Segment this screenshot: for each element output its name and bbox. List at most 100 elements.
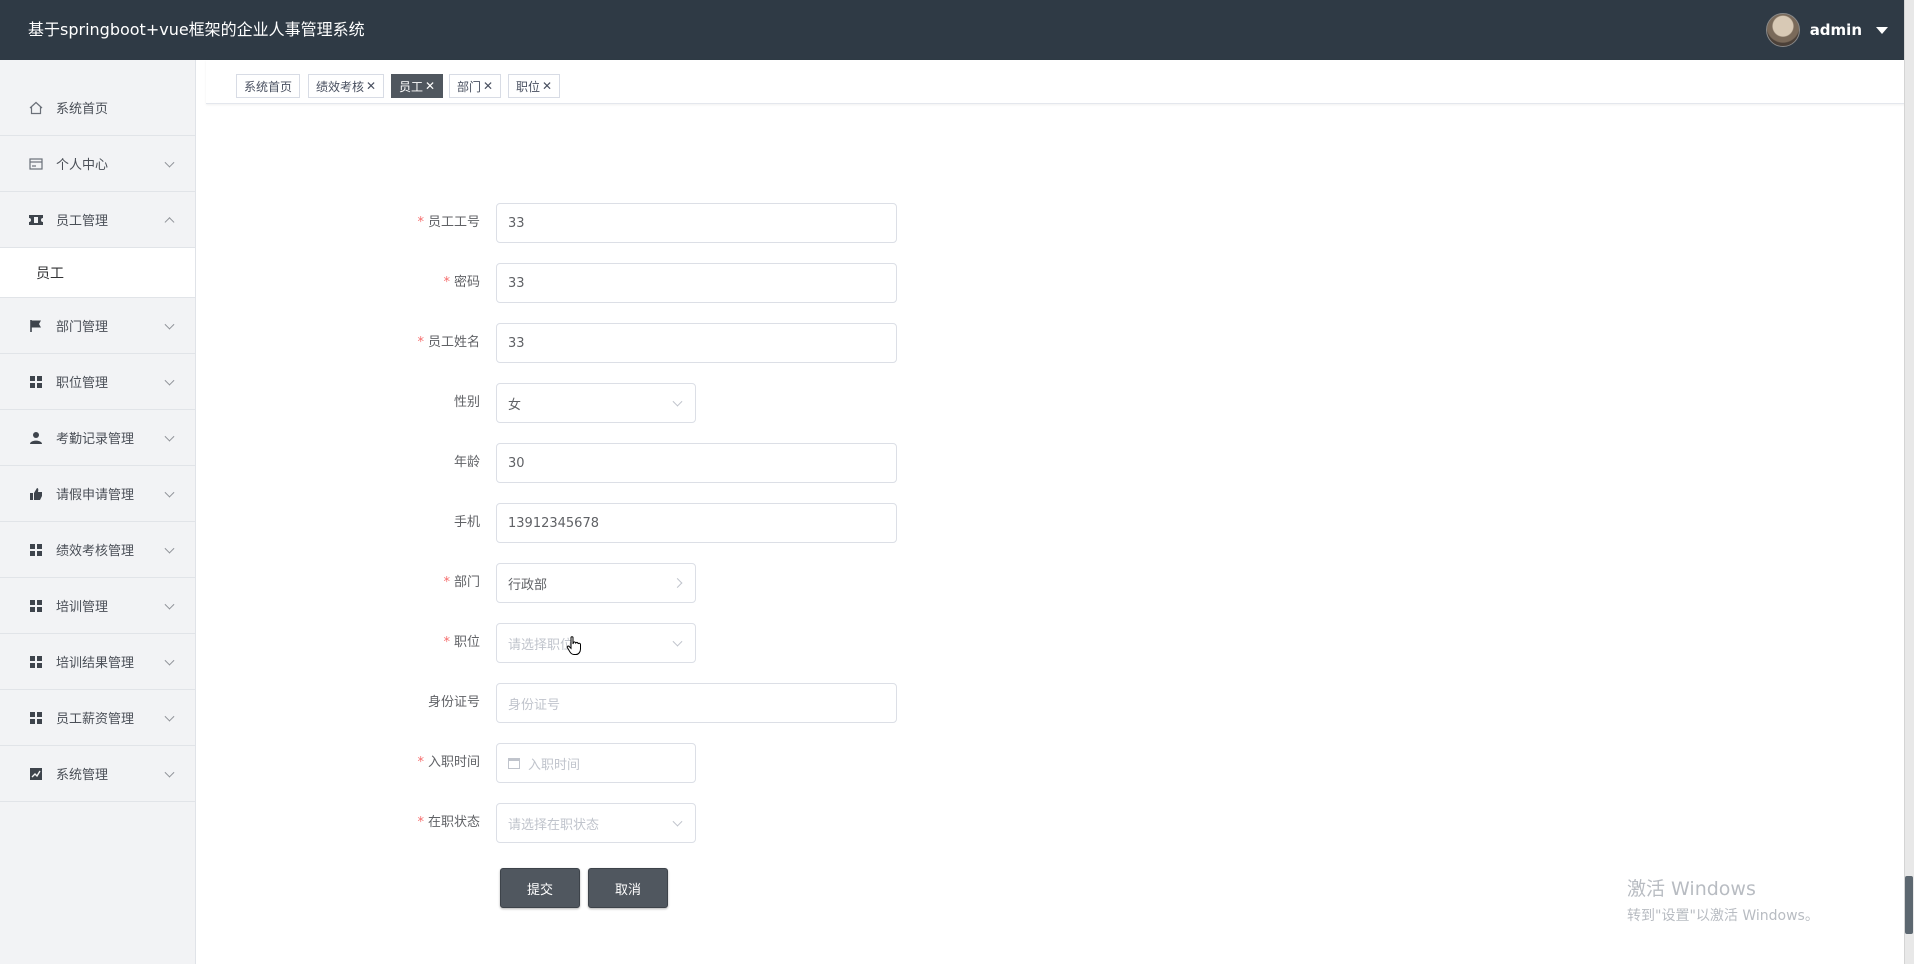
phone-value: 13912345678: [508, 515, 599, 531]
sidebar-item-label: 培训结果管理: [56, 656, 135, 671]
status-select[interactable]: 请选择在职状态: [496, 803, 696, 843]
required-mark: *: [443, 275, 450, 290]
chevron-down-icon: [164, 431, 175, 442]
required-mark: *: [443, 635, 450, 650]
submit-button[interactable]: 提交: [500, 868, 580, 908]
id-card-placeholder: 身份证号: [508, 697, 561, 713]
tag-home[interactable]: 系统首页: [236, 74, 301, 98]
home-icon: [28, 100, 44, 116]
form-label: * 员工工号: [300, 203, 490, 243]
sidebar-item-home[interactable]: 系统首页: [0, 60, 195, 136]
id-card-label: 身份证号: [427, 695, 480, 710]
sidebar-item-label: 系统首页: [56, 102, 109, 117]
chevron-down-icon: [164, 543, 175, 554]
sidebar-item-performance-mgmt[interactable]: 绩效考核管理: [0, 522, 195, 578]
sidebar-item-salary-mgmt[interactable]: 员工薪资管理: [0, 690, 195, 746]
form-label: * 密码: [300, 263, 490, 303]
chevron-down-icon: [164, 711, 175, 722]
sidebar-item-training-result-mgmt[interactable]: 培训结果管理: [0, 634, 195, 690]
card-icon: [28, 156, 44, 172]
position-select[interactable]: 请选择职位: [496, 623, 696, 663]
form-label: 身份证号: [300, 683, 490, 723]
form-label: 年龄: [300, 443, 490, 483]
cancel-button[interactable]: 取消: [588, 868, 668, 908]
close-icon[interactable]: ✕: [366, 79, 376, 93]
watermark-line2: 转到"设置"以激活 Windows。: [1627, 908, 1819, 924]
sidebar-item-attendance-mgmt[interactable]: 考勤记录管理: [0, 410, 195, 466]
gender-select[interactable]: 女: [496, 383, 696, 423]
chevron-down-icon: [164, 487, 175, 498]
sidebar-item-leave-mgmt[interactable]: 请假申请管理: [0, 466, 195, 522]
close-icon[interactable]: ✕: [425, 79, 435, 93]
sidebar-subitem-employee[interactable]: 员工: [0, 248, 195, 298]
tag-label: 绩效考核: [316, 79, 365, 94]
phone-input[interactable]: 13912345678: [496, 503, 897, 543]
caret-down-icon[interactable]: [1876, 26, 1888, 34]
scrollbar[interactable]: [1904, 0, 1914, 964]
hand-cursor-icon: [566, 636, 582, 660]
tag-position[interactable]: 职位 ✕: [508, 74, 561, 98]
password-input[interactable]: 33: [496, 263, 897, 303]
status-label: 在职状态: [427, 815, 480, 830]
status-placeholder: 请选择在职状态: [508, 817, 600, 833]
tag-performance[interactable]: 绩效考核 ✕: [308, 74, 385, 98]
chevron-down-icon: [672, 396, 683, 407]
department-label: 部门: [453, 575, 480, 590]
tag-label: 职位: [516, 79, 541, 94]
department-cascader[interactable]: 行政部: [496, 563, 696, 603]
required-mark: *: [417, 335, 424, 350]
ticket-icon: [28, 212, 44, 228]
department-value: 行政部: [508, 577, 548, 593]
required-mark: *: [417, 815, 424, 830]
id-card-input[interactable]: 身份证号: [496, 683, 897, 723]
form-label: * 部门: [300, 563, 490, 603]
form-label: 手机: [300, 503, 490, 543]
sidebar-item-training-mgmt[interactable]: 培训管理: [0, 578, 195, 634]
user-icon: [28, 430, 44, 446]
chevron-down-icon: [164, 375, 175, 386]
grid-icon: [28, 654, 44, 670]
tag-department[interactable]: 部门 ✕: [449, 74, 502, 98]
activation-watermark: 激活 Windows 转到"设置"以激活 Windows。: [1627, 874, 1819, 925]
required-mark: *: [443, 575, 450, 590]
position-label: 职位: [453, 635, 480, 650]
sidebar-item-label: 员工管理: [56, 214, 109, 229]
employee-no-input[interactable]: 33: [496, 203, 897, 243]
chevron-down-icon: [164, 319, 175, 330]
tag-label: 员工: [399, 79, 424, 94]
name-input[interactable]: 33: [496, 323, 897, 363]
close-icon[interactable]: ✕: [542, 79, 552, 93]
watermark-line1: 激活 Windows: [1627, 878, 1756, 900]
grid-icon: [28, 374, 44, 390]
chevron-down-icon: [164, 157, 175, 168]
sidebar-item-profile[interactable]: 个人中心: [0, 136, 195, 192]
chevron-down-icon: [672, 816, 683, 827]
form-label: * 员工姓名: [300, 323, 490, 363]
close-icon[interactable]: ✕: [483, 79, 493, 93]
grid-icon: [28, 598, 44, 614]
chevron-down-icon: [164, 655, 175, 666]
age-label: 年龄: [453, 455, 480, 470]
hire-date-picker[interactable]: 入职时间: [496, 743, 696, 783]
required-mark: *: [417, 215, 424, 230]
age-input[interactable]: 30: [496, 443, 897, 483]
sidebar-item-system-mgmt[interactable]: 系统管理: [0, 746, 195, 802]
sidebar-item-label: 请假申请管理: [56, 488, 135, 503]
gender-label: 性别: [453, 395, 480, 410]
calendar-icon: [508, 757, 520, 769]
required-mark: *: [417, 755, 424, 770]
tag-label: 部门: [457, 79, 482, 94]
hire-date-placeholder: 入职时间: [528, 757, 581, 773]
avatar[interactable]: [1765, 13, 1800, 47]
scrollbar-thumb[interactable]: [1905, 876, 1913, 934]
username[interactable]: admin: [1810, 21, 1862, 39]
sidebar-item-department-mgmt[interactable]: 部门管理: [0, 298, 195, 354]
app-title: 基于springboot+vue框架的企业人事管理系统: [28, 20, 365, 39]
chevron-up-icon: [164, 216, 175, 227]
form-label: 性别: [300, 383, 490, 423]
sidebar-item-position-mgmt[interactable]: 职位管理: [0, 354, 195, 410]
sidebar-item-employee-mgmt[interactable]: 员工管理: [0, 192, 195, 248]
user-menu[interactable]: admin: [1765, 0, 1888, 60]
tag-employee[interactable]: 员工 ✕: [391, 74, 444, 98]
chevron-down-icon: [672, 636, 683, 647]
